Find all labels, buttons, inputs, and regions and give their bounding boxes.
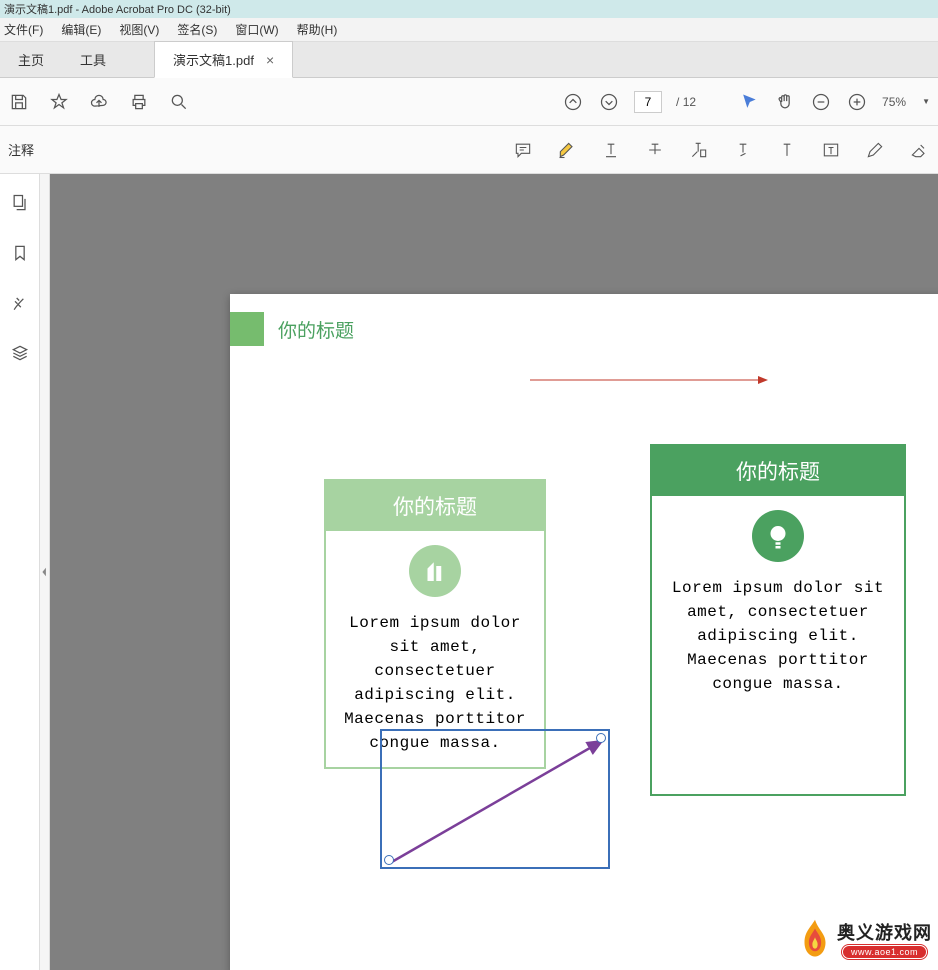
underline-text-icon[interactable] (600, 139, 622, 161)
card-1-title: 你的标题 (326, 481, 544, 531)
menu-sign[interactable]: 签名(S) (177, 21, 217, 38)
annotation-handle-start[interactable] (384, 855, 394, 865)
add-text-icon[interactable] (776, 139, 798, 161)
pdf-page: 你的标题 你的标题 Lorem ipsum dolor sit amet, co… (230, 294, 938, 970)
thumbnails-icon[interactable] (9, 192, 31, 214)
window-title: 演示文稿1.pdf - Adobe Acrobat Pro DC (32-bit… (4, 1, 231, 17)
watermark-url: www.aoe1.com (842, 945, 927, 959)
attachments-icon[interactable] (9, 292, 31, 314)
panel-collapse-icon[interactable] (40, 174, 50, 970)
content-card-2: 你的标题 Lorem ipsum dolor sit amet, consect… (650, 444, 906, 796)
zoom-dropdown-icon[interactable]: ▼ (922, 97, 930, 106)
red-arrow-graphic (530, 374, 770, 386)
zoom-value: 75% (882, 95, 906, 109)
comment-icon[interactable] (512, 139, 534, 161)
menu-help[interactable]: 帮助(H) (297, 21, 338, 38)
tab-document-label: 演示文稿1.pdf (173, 50, 254, 69)
page-total: / 12 (676, 95, 696, 109)
annotation-arrow-line[interactable] (382, 731, 612, 871)
page-up-icon[interactable] (562, 91, 584, 113)
highlight-icon[interactable] (556, 139, 578, 161)
tab-tools[interactable]: 工具 (62, 42, 124, 77)
cloud-icon[interactable] (88, 91, 110, 113)
lightbulb-icon (752, 510, 804, 562)
card-2-body: Lorem ipsum dolor sit amet, consectetuer… (652, 576, 904, 696)
tab-document[interactable]: 演示文稿1.pdf × (154, 41, 293, 78)
main-toolbar: / 12 75% ▼ (0, 78, 938, 126)
title-bar: 演示文稿1.pdf - Adobe Acrobat Pro DC (32-bit… (0, 0, 938, 18)
page-down-icon[interactable] (598, 91, 620, 113)
zoom-out-icon[interactable] (810, 91, 832, 113)
side-panel (0, 174, 40, 970)
watermark: 奥义游戏网 www.aoe1.com (797, 918, 932, 960)
text-note-icon[interactable] (732, 139, 754, 161)
menu-edit[interactable]: 编辑(E) (61, 21, 101, 38)
flame-icon (797, 918, 833, 960)
text-callout-icon[interactable] (688, 139, 710, 161)
heading-decorator (230, 312, 264, 346)
select-tool-icon[interactable] (738, 91, 760, 113)
annotation-toolbar: 注释 (0, 126, 938, 174)
print-icon[interactable] (128, 91, 150, 113)
annotation-selection-box[interactable] (380, 729, 610, 869)
pencil-icon[interactable] (864, 139, 886, 161)
save-icon[interactable] (8, 91, 30, 113)
strikethrough-icon[interactable] (644, 139, 666, 161)
search-icon[interactable] (168, 91, 190, 113)
page-heading: 你的标题 (278, 316, 354, 343)
menu-view[interactable]: 视图(V) (119, 21, 159, 38)
document-canvas[interactable]: 你的标题 你的标题 Lorem ipsum dolor sit amet, co… (50, 174, 938, 970)
layers-icon[interactable] (9, 342, 31, 364)
annotation-handle-end[interactable] (596, 733, 606, 743)
workspace: 你的标题 你的标题 Lorem ipsum dolor sit amet, co… (0, 174, 938, 970)
chart-icon (409, 545, 461, 597)
tab-close-icon[interactable]: × (266, 52, 274, 68)
page-number-input[interactable] (634, 91, 662, 113)
menu-file[interactable]: 文件(F) (4, 21, 43, 38)
hand-tool-icon[interactable] (774, 91, 796, 113)
card-2-title: 你的标题 (652, 446, 904, 496)
content-card-1: 你的标题 Lorem ipsum dolor sit amet, consect… (324, 479, 546, 769)
bookmark-icon[interactable] (9, 242, 31, 264)
menu-bar: 文件(F) 编辑(E) 视图(V) 签名(S) 窗口(W) 帮助(H) (0, 18, 938, 42)
star-icon[interactable] (48, 91, 70, 113)
zoom-in-icon[interactable] (846, 91, 868, 113)
text-box-icon[interactable] (820, 139, 842, 161)
eraser-icon[interactable] (908, 139, 930, 161)
tab-bar: 主页 工具 演示文稿1.pdf × (0, 42, 938, 78)
menu-window[interactable]: 窗口(W) (235, 21, 278, 38)
tab-home[interactable]: 主页 (0, 42, 62, 77)
watermark-title: 奥义游戏网 (837, 919, 932, 945)
annotation-label: 注释 (8, 140, 34, 159)
